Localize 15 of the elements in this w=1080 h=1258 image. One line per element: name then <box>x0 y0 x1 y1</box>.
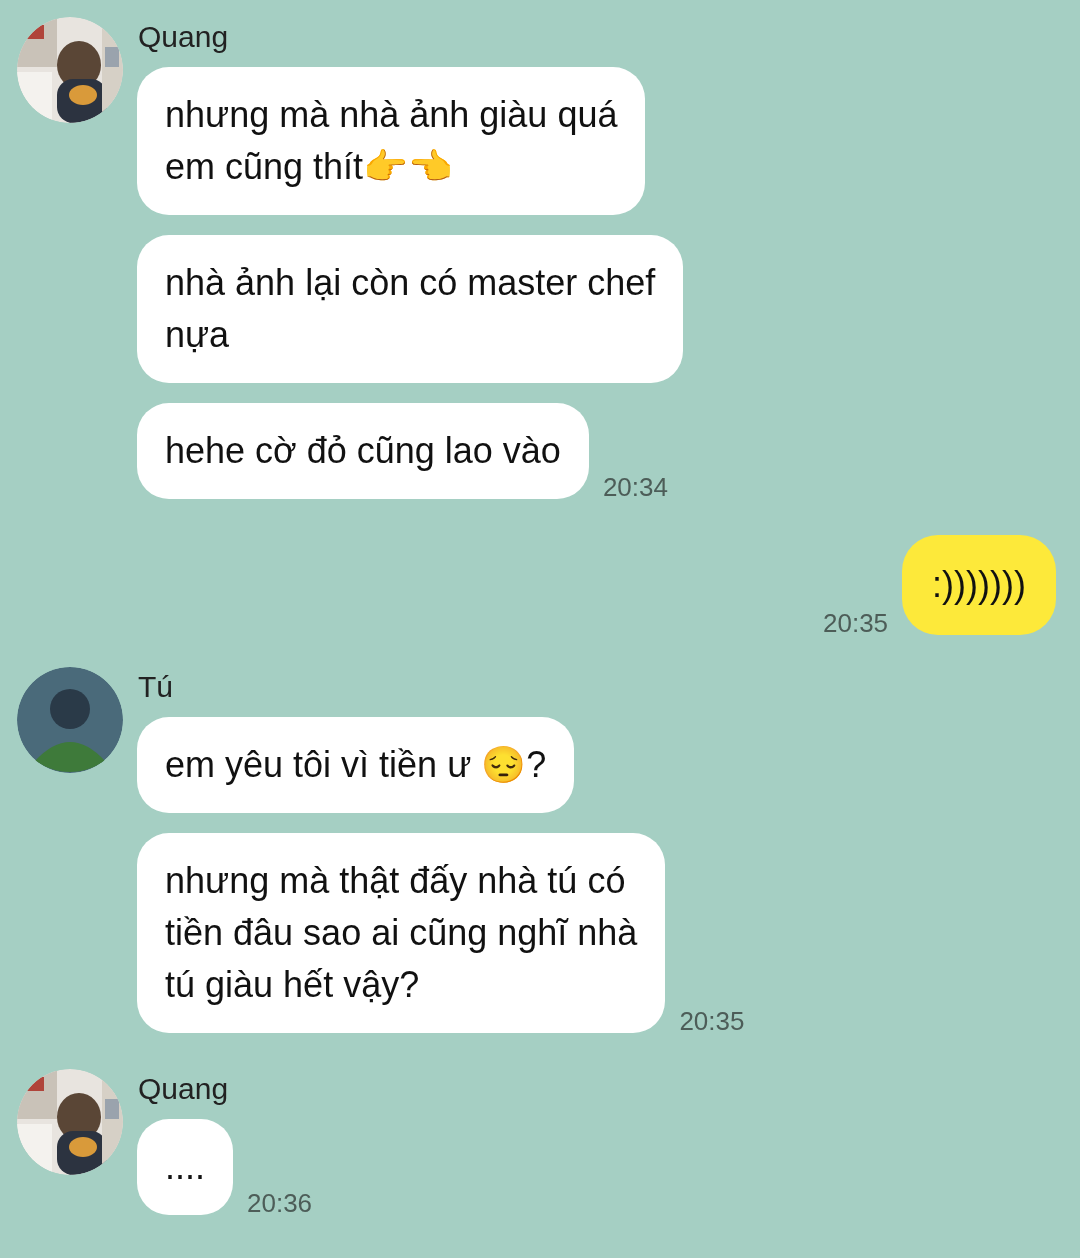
sender-name: Quang <box>138 1071 230 1107</box>
message-bubble: nhưng mà nhà ảnh giàu quá em cũng thít👉👈 <box>137 67 646 215</box>
message-bubble: em yêu tôi vì tiền ư 😔? <box>137 717 575 813</box>
message-bubble: nhà ảnh lại còn có master chef nựa <box>137 235 684 383</box>
timestamp: 20:35 <box>823 608 889 639</box>
sender-name: Tú <box>138 669 174 705</box>
timestamp: 20:35 <box>679 1006 745 1037</box>
timestamp: 20:36 <box>247 1188 313 1219</box>
avatar-icon <box>17 667 123 773</box>
message-bubble: .... <box>137 1119 233 1215</box>
sender-name: Quang <box>138 19 230 55</box>
timestamp: 20:34 <box>602 472 668 503</box>
message-bubble: hehe cờ đỏ cũng lao vào <box>137 403 589 499</box>
message-bubble: nhưng mà thật đấy nhà tú có tiền đâu sao ai cũng nghĩ nhà tú giàu hết vậy? <box>137 833 666 1033</box>
message-bubble: :))))))) <box>902 535 1056 635</box>
